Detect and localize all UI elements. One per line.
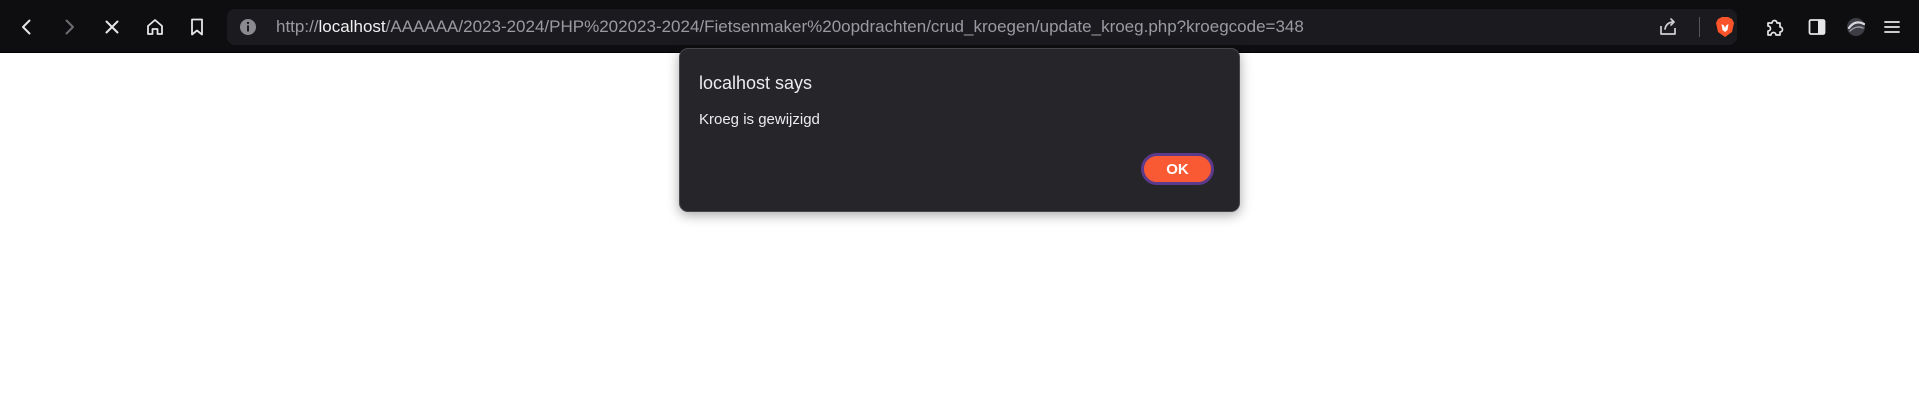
divider xyxy=(1699,17,1700,37)
chevron-right-icon[interactable] xyxy=(52,10,86,44)
info-icon[interactable] xyxy=(239,18,257,36)
bookmark-icon[interactable] xyxy=(180,10,214,44)
profile-icon[interactable] xyxy=(1839,10,1873,44)
home-icon[interactable] xyxy=(138,10,172,44)
ok-button[interactable]: OK xyxy=(1141,153,1214,185)
url-text[interactable]: http://localhost/AAAAAA/2023-2024/PHP%20… xyxy=(276,17,1304,37)
address-bar[interactable]: http://localhost/AAAAAA/2023-2024/PHP%20… xyxy=(227,9,1737,45)
chevron-left-icon[interactable] xyxy=(10,10,44,44)
dialog-title: localhost says xyxy=(699,73,813,93)
hamburger-menu-icon[interactable] xyxy=(1875,10,1909,44)
browser-toolbar: http://localhost/AAAAAA/2023-2024/PHP%20… xyxy=(0,0,1919,53)
dialog-message: Kroeg is gewijzigd xyxy=(699,111,820,128)
brave-shield-icon[interactable] xyxy=(1713,15,1737,39)
url-path: /AAAAAA/2023-2024/PHP%202023-2024/Fietse… xyxy=(385,17,1304,36)
alert-dialog: localhost says Kroeg is gewijzigd OK xyxy=(679,48,1240,212)
share-icon[interactable] xyxy=(1657,16,1679,38)
url-prefix: http:// xyxy=(276,17,319,36)
puzzle-icon[interactable] xyxy=(1758,10,1792,44)
close-icon[interactable] xyxy=(95,10,129,44)
sidebar-icon[interactable] xyxy=(1800,10,1834,44)
url-host: localhost xyxy=(318,17,386,36)
